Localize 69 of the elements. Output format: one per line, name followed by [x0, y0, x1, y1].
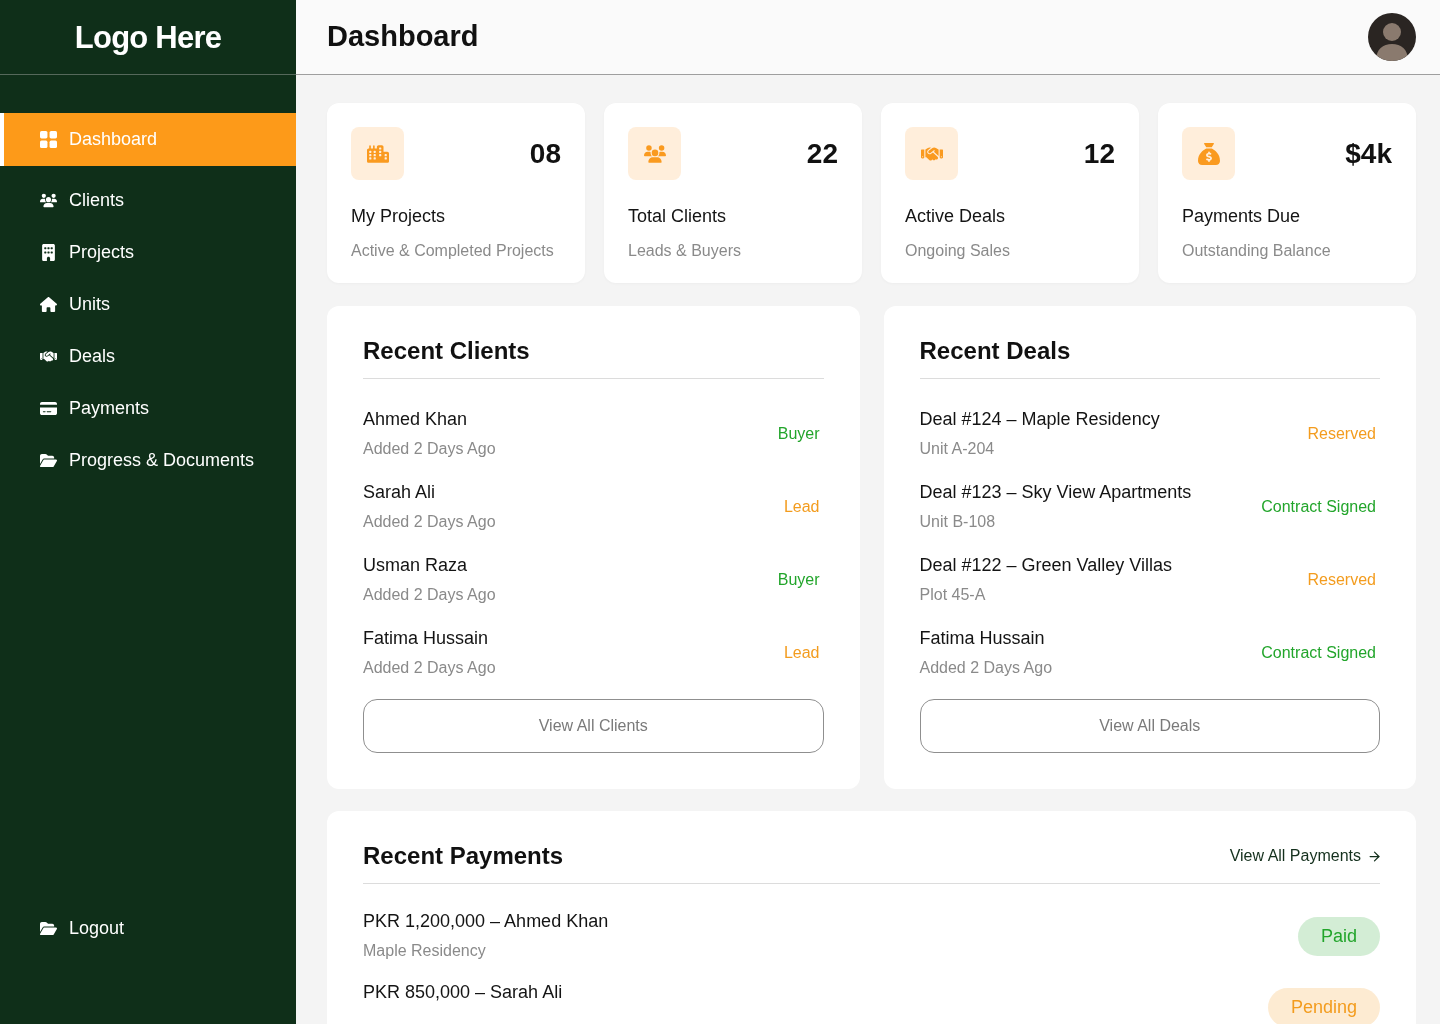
- deal-title: Fatima Hussain: [919, 627, 1046, 650]
- deal-detail: Unit A-204: [919, 439, 996, 459]
- users-icon: [628, 127, 681, 180]
- page-title: Dashboard: [327, 19, 479, 55]
- deal-status-tag: Reserved: [1307, 422, 1376, 446]
- building-icon: [40, 243, 57, 261]
- stat-subtitle: Leads & Buyers: [628, 241, 742, 261]
- deal-status-tag: Contract Signed: [1261, 641, 1376, 665]
- stat-subtitle: Active & Completed Projects: [351, 241, 555, 261]
- stat-title: Payments Due: [1182, 205, 1302, 228]
- deal-detail: Unit B-108: [919, 512, 997, 532]
- deal-title: Deal #123 – Sky View Apartments: [919, 481, 1192, 504]
- sidebar-item[interactable]: Clients: [0, 174, 296, 226]
- payment-project: Maple Residency: [363, 941, 487, 961]
- view-all-clients-button[interactable]: View All Clients: [363, 699, 824, 753]
- card-title: Recent Clients: [363, 336, 530, 366]
- stat-value: 08: [529, 139, 561, 168]
- client-added-date: Added 2 Days Ago: [363, 512, 496, 532]
- folder-icon: [40, 919, 57, 937]
- grid-icon: [40, 131, 57, 148]
- payment-title: PKR 850,000 – Sarah Ali: [363, 981, 563, 1004]
- folder-icon: [40, 451, 57, 469]
- card-title: Recent Payments: [363, 841, 564, 871]
- payment-status-badge: Pending: [1267, 987, 1380, 1024]
- client-name: Fatima Hussain: [363, 627, 490, 650]
- home-icon: [40, 295, 57, 313]
- logout-item[interactable]: Logout: [0, 902, 296, 954]
- view-all-deals-button[interactable]: View All Deals: [919, 699, 1380, 753]
- deal-title: Deal #124 – Maple Residency: [919, 408, 1160, 431]
- handshake-icon: [905, 127, 958, 180]
- stat-subtitle: Ongoing Sales: [905, 241, 1011, 261]
- sidebar-item[interactable]: Projects: [0, 226, 296, 278]
- sidebar-item[interactable]: Units: [0, 278, 296, 330]
- deal-title: Deal #122 – Green Valley Villas: [919, 554, 1172, 577]
- client-type-tag: Lead: [783, 641, 820, 665]
- sidebar-item[interactable]: Payments: [0, 382, 296, 434]
- client-added-date: Added 2 Days Ago: [363, 439, 496, 459]
- view-all-payments-link[interactable]: View All Payments: [1229, 844, 1382, 868]
- sidebar-item[interactable]: Progress & Documents: [0, 434, 296, 486]
- money-bag-icon: [1182, 127, 1235, 180]
- client-added-date: Added 2 Days Ago: [363, 658, 496, 678]
- stat-value: 12: [1083, 139, 1115, 168]
- payment-status-badge: Paid: [1297, 916, 1380, 956]
- client-name: Sarah Ali: [363, 481, 437, 504]
- credit-card-icon: [40, 399, 57, 417]
- stat-title: Total Clients: [628, 205, 728, 228]
- stat-value: $4k: [1345, 139, 1392, 168]
- client-type-tag: Buyer: [777, 568, 820, 592]
- payment-title: PKR 1,200,000 – Ahmed Khan: [363, 910, 609, 933]
- logo-text: Logo Here: [74, 21, 222, 53]
- deal-detail: Added 2 Days Ago: [919, 658, 1053, 678]
- deal-status-tag: Contract Signed: [1261, 495, 1376, 519]
- card-title: Recent Deals: [919, 336, 1071, 366]
- stat-value: 22: [806, 139, 838, 168]
- client-added-date: Added 2 Days Ago: [363, 585, 496, 605]
- buildings-icon: [351, 127, 404, 180]
- stat-subtitle: Outstanding Balance: [1182, 241, 1332, 261]
- client-name: Usman Raza: [363, 554, 469, 577]
- client-name: Ahmed Khan: [363, 408, 469, 431]
- deal-detail: Plot 45-A: [919, 585, 987, 605]
- avatar-icon[interactable]: [1368, 13, 1416, 61]
- stat-title: Active Deals: [905, 205, 1007, 228]
- stat-title: My Projects: [351, 205, 447, 228]
- client-type-tag: Buyer: [777, 422, 820, 446]
- client-type-tag: Lead: [783, 495, 820, 519]
- users-icon: [40, 191, 57, 209]
- sidebar-item[interactable]: Deals: [0, 330, 296, 382]
- deal-status-tag: Reserved: [1307, 568, 1376, 592]
- arrow-right-icon: [1367, 848, 1382, 864]
